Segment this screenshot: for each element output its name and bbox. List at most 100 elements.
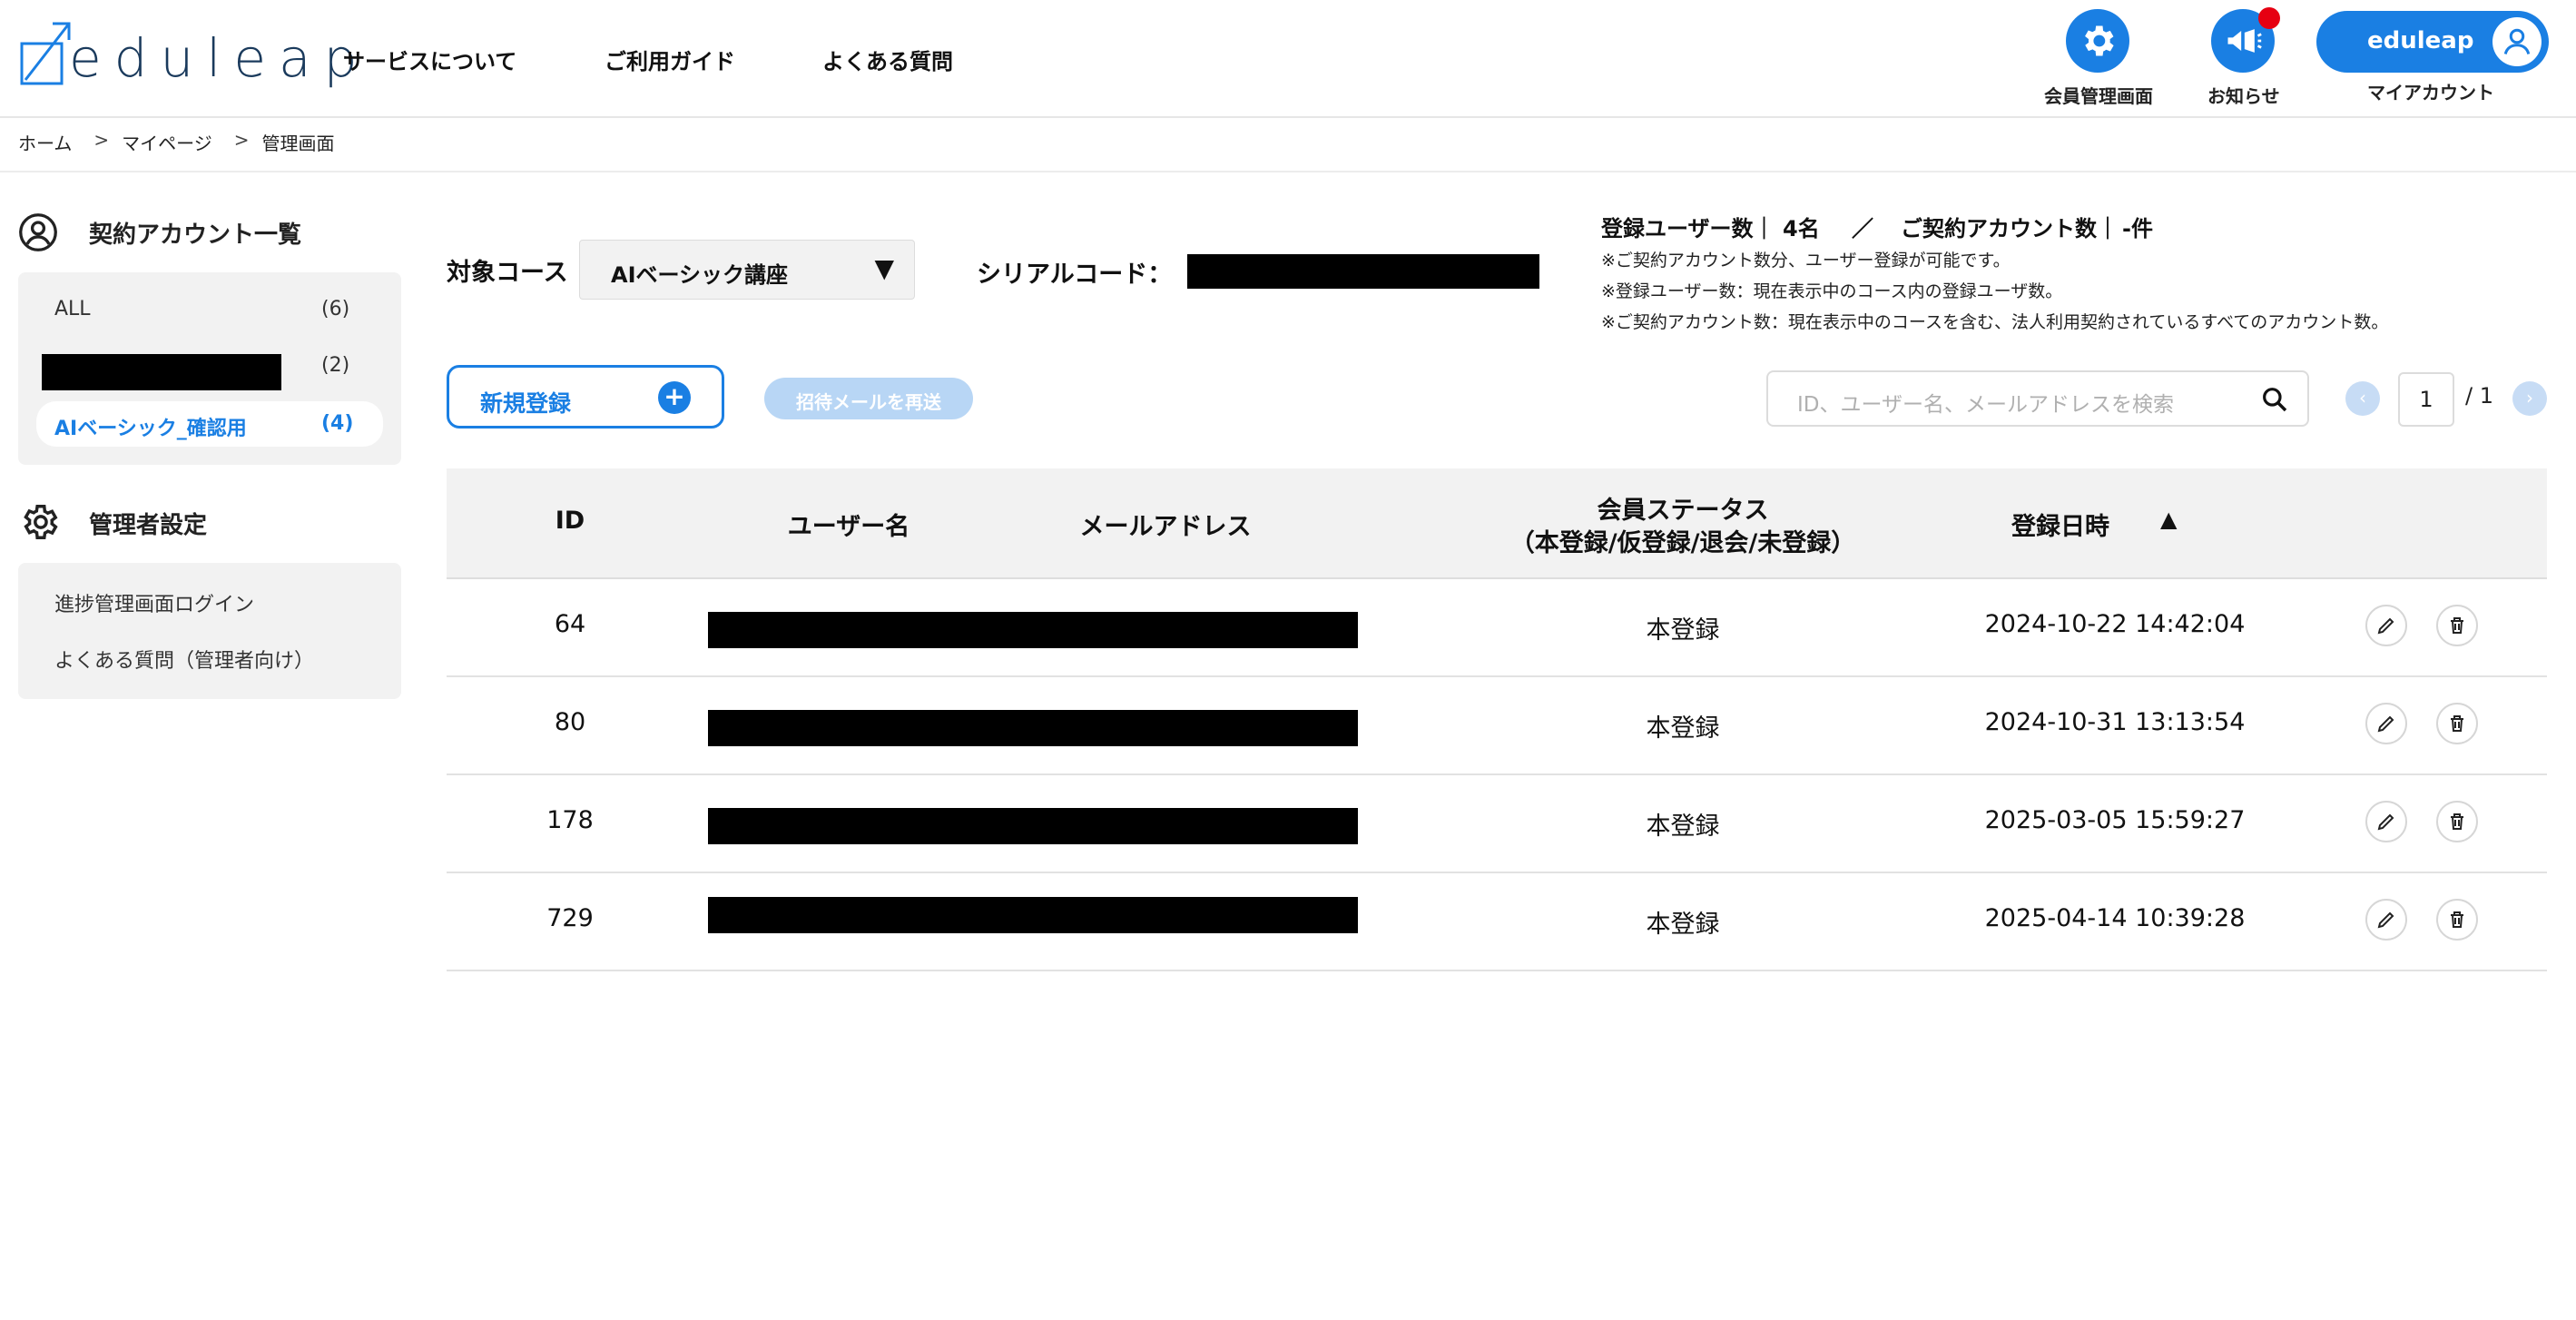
cell-status: 本登録 bbox=[1646, 911, 1720, 939]
account-list: ALL (6) (2) AIベーシック_確認用 (4) bbox=[18, 272, 401, 465]
member-admin-label[interactable]: 会員管理画面 bbox=[2044, 82, 2153, 108]
header-id: ID bbox=[555, 507, 585, 535]
cell-user-email-redacted bbox=[708, 710, 1358, 746]
notice-label[interactable]: お知らせ bbox=[2207, 82, 2280, 108]
sort-asc-icon[interactable]: ▲ bbox=[2160, 507, 2177, 532]
megaphone-icon bbox=[2227, 29, 2262, 53]
site-header: eduleap サービスについて ご利用ガイド よくある質問 会員管理画面 お知… bbox=[0, 0, 2576, 118]
prev-page-button[interactable]: ‹ bbox=[2345, 381, 2380, 416]
table-row: 80 本登録 2024-10-31 13:13:54 bbox=[447, 675, 2547, 775]
delete-button[interactable] bbox=[2436, 703, 2478, 744]
account-circle-icon bbox=[19, 213, 57, 251]
trash-icon bbox=[2451, 813, 2463, 830]
serial-code-label: シリアルコード： bbox=[977, 261, 1173, 289]
plus-icon: + bbox=[658, 381, 691, 414]
header-date[interactable]: 登録日時 bbox=[1997, 507, 2124, 542]
delete-button[interactable] bbox=[2436, 605, 2478, 646]
trash-icon bbox=[2451, 617, 2463, 634]
contract-accounts-label: ご契約アカウント数｜ bbox=[1901, 216, 2119, 241]
count-separator: ／ bbox=[1852, 216, 1873, 241]
new-registration-label: 新規登録 bbox=[480, 390, 572, 417]
header-status-sub: （本登録/仮登録/退会/未登録） bbox=[1509, 529, 1856, 557]
registered-users-label: 登録ユーザー数｜ bbox=[1601, 216, 1775, 241]
nav-guide[interactable]: ご利用ガイド bbox=[605, 44, 735, 75]
cell-date: 2025-04-14 10:39:28 bbox=[1984, 904, 2246, 932]
pencil-icon bbox=[2377, 617, 2394, 635]
search-input[interactable]: ID、ユーザー名、メールアドレスを検索 bbox=[1766, 370, 2309, 427]
search-placeholder: ID、ユーザー名、メールアドレスを検索 bbox=[1797, 393, 2175, 417]
pencil-icon bbox=[2377, 911, 2394, 929]
breadcrumb-separator: > bbox=[233, 129, 250, 151]
note-line: ※ご契約アカウント数分、ユーザー登録が可能です。 bbox=[1601, 251, 2011, 271]
note-line: ※ご契約アカウント数：現在表示中のコースを含む、法人利用契約されているすべてのア… bbox=[1601, 312, 2389, 332]
edit-button[interactable] bbox=[2365, 899, 2407, 941]
header-username: ユーザー名 bbox=[787, 513, 910, 541]
accounts-title: 契約アカウント一覧 bbox=[89, 222, 302, 249]
contract-accounts-value: -件 bbox=[2122, 216, 2153, 241]
admin-settings-title: 管理者設定 bbox=[89, 512, 208, 539]
note-line: ※登録ユーザー数：現在表示中のコース内の登録ユーザ数。 bbox=[1601, 281, 2063, 301]
edit-button[interactable] bbox=[2365, 703, 2407, 744]
search-icon[interactable] bbox=[2260, 385, 2289, 414]
registered-users-value: 4名 bbox=[1783, 216, 1820, 241]
account-item-all[interactable]: ALL bbox=[54, 298, 91, 320]
my-account-label[interactable]: マイアカウント bbox=[2367, 78, 2494, 104]
edit-button[interactable] bbox=[2365, 801, 2407, 842]
table-header: ID ユーザー名 メールアドレス 会員ステータス （本登録/仮登録/退会/未登録… bbox=[447, 468, 2547, 579]
cell-user-email-redacted bbox=[708, 612, 1358, 648]
header-status: 会員ステータス bbox=[1597, 497, 1769, 525]
user-avatar-icon bbox=[2492, 17, 2542, 66]
eduleap-logo[interactable]: eduleap bbox=[18, 16, 357, 93]
breadcrumb: ホーム > マイページ > 管理画面 bbox=[18, 129, 335, 155]
gear-icon bbox=[24, 505, 58, 539]
cell-date: 2025-03-05 15:59:27 bbox=[1984, 806, 2246, 834]
breadcrumb-separator: > bbox=[93, 129, 110, 151]
nav-services[interactable]: サービスについて bbox=[343, 44, 516, 75]
account-item-ai-basic[interactable]: AIベーシック_確認用 (4) bbox=[36, 401, 383, 447]
cell-user-email-redacted bbox=[708, 808, 1358, 844]
next-page-button[interactable]: › bbox=[2512, 381, 2547, 416]
triangle-down-icon: ▼ bbox=[874, 253, 894, 283]
member-admin-button[interactable] bbox=[2066, 9, 2129, 73]
delete-button[interactable] bbox=[2436, 899, 2478, 941]
trash-icon bbox=[2451, 715, 2463, 732]
progress-login-link[interactable]: 進捗管理画面ログイン bbox=[54, 588, 254, 617]
course-label: 対象コース bbox=[447, 259, 568, 287]
admin-faq-link[interactable]: よくある質問（管理者向け） bbox=[54, 645, 314, 674]
edit-button[interactable] bbox=[2365, 605, 2407, 646]
delete-button[interactable] bbox=[2436, 801, 2478, 842]
cell-date: 2024-10-22 14:42:04 bbox=[1984, 610, 2246, 638]
account-name: eduleap bbox=[2367, 27, 2474, 54]
breadcrumb-divider bbox=[0, 171, 2576, 172]
page-number-input[interactable]: 1 bbox=[2398, 372, 2454, 427]
page-total: / 1 bbox=[2465, 383, 2493, 409]
header-email: メールアドレス bbox=[1079, 513, 1252, 541]
breadcrumb-home[interactable]: ホーム bbox=[18, 129, 72, 155]
pencil-icon bbox=[2377, 813, 2394, 831]
breadcrumb-mypage[interactable]: マイページ bbox=[122, 129, 212, 155]
resend-invite-label: 招待メールを再送 bbox=[796, 391, 941, 413]
cell-id: 178 bbox=[546, 806, 594, 834]
cell-user-email-redacted bbox=[708, 897, 1358, 933]
cell-status: 本登録 bbox=[1646, 813, 1720, 841]
table-row: 64 本登録 2024-10-22 14:42:04 bbox=[447, 577, 2547, 677]
admin-settings-list: 進捗管理画面ログイン よくある質問（管理者向け） bbox=[18, 563, 401, 699]
account-button[interactable]: eduleap bbox=[2316, 11, 2549, 73]
logo-text: eduleap bbox=[69, 27, 370, 89]
cell-status: 本登録 bbox=[1646, 616, 1720, 645]
course-select[interactable]: AIベーシック講座 ▼ bbox=[579, 240, 915, 300]
account-count-all: (6) bbox=[321, 298, 350, 320]
table-row: 178 本登録 2025-03-05 15:59:27 bbox=[447, 773, 2547, 873]
table-row: 729 本登録 2025-04-14 10:39:28 bbox=[447, 872, 2547, 971]
gear-icon bbox=[2085, 25, 2114, 56]
resend-invite-button[interactable]: 招待メールを再送 bbox=[764, 378, 973, 419]
new-registration-button[interactable]: 新規登録 + bbox=[447, 365, 724, 429]
breadcrumb-admin: 管理画面 bbox=[261, 133, 335, 154]
account-item-ai-basic-label: AIベーシック_確認用 bbox=[54, 418, 247, 440]
trash-icon bbox=[2451, 911, 2463, 928]
cell-id: 80 bbox=[554, 708, 586, 736]
cell-id: 729 bbox=[546, 904, 594, 932]
nav-faq[interactable]: よくある質問 bbox=[822, 44, 953, 75]
account-item-redacted[interactable] bbox=[42, 354, 281, 390]
course-select-value: AIベーシック講座 bbox=[611, 262, 789, 288]
